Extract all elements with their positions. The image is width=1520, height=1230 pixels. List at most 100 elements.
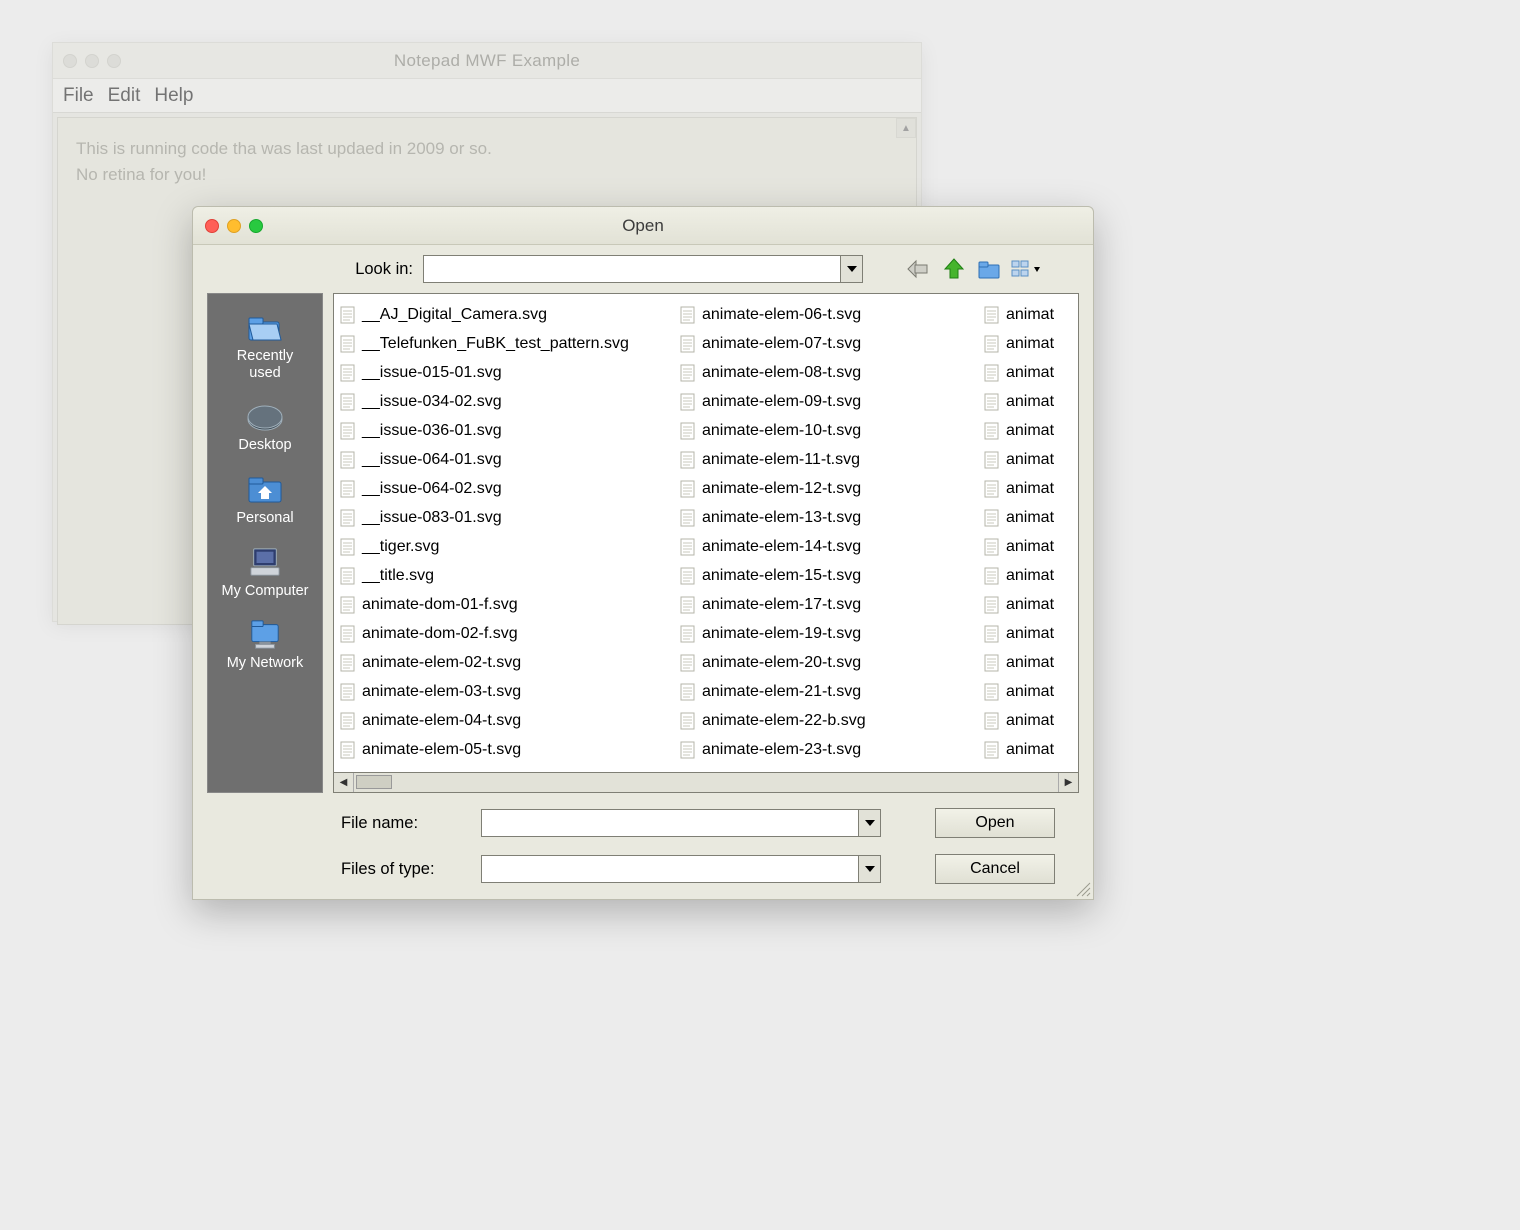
scrollbar-thumb[interactable]	[356, 775, 392, 789]
chevron-down-icon[interactable]	[840, 256, 862, 282]
file-item[interactable]: animat	[978, 358, 1078, 387]
file-item[interactable]: animat	[978, 532, 1078, 561]
file-name: animate-elem-09-t.svg	[702, 393, 861, 411]
file-item[interactable]: animate-elem-17-t.svg	[674, 590, 964, 619]
file-icon	[680, 451, 696, 469]
file-item[interactable]: __issue-083-01.svg	[334, 503, 660, 532]
file-name: animate-elem-17-t.svg	[702, 596, 861, 614]
file-item[interactable]: animate-elem-12-t.svg	[674, 474, 964, 503]
file-item[interactable]: animat	[978, 387, 1078, 416]
notepad-titlebar: Notepad MWF Example	[53, 43, 921, 79]
file-item[interactable]: __issue-036-01.svg	[334, 416, 660, 445]
file-item[interactable]: animate-elem-06-t.svg	[674, 300, 964, 329]
file-name: animate-elem-12-t.svg	[702, 480, 861, 498]
file-name: animate-elem-22-b.svg	[702, 712, 866, 730]
file-icon	[340, 538, 356, 556]
file-item[interactable]: animate-elem-07-t.svg	[674, 329, 964, 358]
menu-file[interactable]: File	[63, 85, 94, 107]
place-personal[interactable]: Personal	[208, 466, 322, 539]
file-item[interactable]: animate-elem-14-t.svg	[674, 532, 964, 561]
up-icon[interactable]	[939, 255, 969, 283]
place-recently-used[interactable]: Recently used	[208, 304, 322, 393]
file-icon	[680, 306, 696, 324]
file-icon	[340, 741, 356, 759]
file-item[interactable]: __issue-064-01.svg	[334, 445, 660, 474]
file-item[interactable]: animate-elem-03-t.svg	[334, 677, 660, 706]
file-item[interactable]: __issue-064-02.svg	[334, 474, 660, 503]
file-item[interactable]: animate-elem-10-t.svg	[674, 416, 964, 445]
scroll-left-icon[interactable]: ◀	[334, 773, 354, 792]
open-button[interactable]: Open	[935, 808, 1055, 838]
open-dialog-toolbar: Look in:	[193, 245, 1093, 293]
file-item[interactable]: animat	[978, 416, 1078, 445]
file-item[interactable]: animat	[978, 619, 1078, 648]
place-my-network[interactable]: My Network	[208, 611, 322, 684]
file-item[interactable]: animat	[978, 445, 1078, 474]
file-icon	[340, 306, 356, 324]
horizontal-scrollbar[interactable]: ◀ ▶	[333, 773, 1079, 793]
file-name: animate-elem-03-t.svg	[362, 683, 521, 701]
file-item[interactable]: animate-elem-21-t.svg	[674, 677, 964, 706]
place-label: My Computer	[221, 583, 308, 600]
place-label: Personal	[236, 510, 293, 527]
file-icon	[680, 538, 696, 556]
file-icon	[984, 741, 1000, 759]
cancel-button[interactable]: Cancel	[935, 854, 1055, 884]
file-item[interactable]: animate-elem-08-t.svg	[674, 358, 964, 387]
scroll-right-icon[interactable]: ▶	[1058, 773, 1078, 792]
scroll-up-icon[interactable]: ▲	[896, 118, 916, 138]
file-item[interactable]: animat	[978, 503, 1078, 532]
chevron-down-icon[interactable]	[858, 856, 880, 882]
file-item[interactable]: animat	[978, 300, 1078, 329]
file-item[interactable]: animat	[978, 474, 1078, 503]
file-item[interactable]: __issue-034-02.svg	[334, 387, 660, 416]
file-item[interactable]: animate-elem-13-t.svg	[674, 503, 964, 532]
place-label: Recently used	[237, 348, 293, 381]
menu-edit[interactable]: Edit	[108, 85, 141, 107]
file-item[interactable]: __tiger.svg	[334, 532, 660, 561]
file-item[interactable]: __issue-015-01.svg	[334, 358, 660, 387]
file-item[interactable]: animat	[978, 735, 1078, 764]
file-item[interactable]: animat	[978, 677, 1078, 706]
new-folder-icon[interactable]	[975, 255, 1005, 283]
file-item[interactable]: __Telefunken_FuBK_test_pattern.svg	[334, 329, 660, 358]
file-item[interactable]: animate-elem-22-b.svg	[674, 706, 964, 735]
file-item[interactable]: animate-elem-15-t.svg	[674, 561, 964, 590]
chevron-down-icon[interactable]	[858, 810, 880, 836]
back-icon[interactable]	[903, 255, 933, 283]
file-item[interactable]: animat	[978, 561, 1078, 590]
file-item[interactable]: __AJ_Digital_Camera.svg	[334, 300, 660, 329]
file-list[interactable]: __AJ_Digital_Camera.svg __Telefunken_FuBK…	[333, 293, 1079, 773]
file-item[interactable]: animate-elem-20-t.svg	[674, 648, 964, 677]
file-item[interactable]: __title.svg	[334, 561, 660, 590]
file-item[interactable]: animate-dom-01-f.svg	[334, 590, 660, 619]
file-item[interactable]: animate-elem-02-t.svg	[334, 648, 660, 677]
look-in-combo[interactable]	[423, 255, 863, 283]
file-item[interactable]: animat	[978, 648, 1078, 677]
file-name-input[interactable]	[481, 809, 881, 837]
file-icon	[340, 480, 356, 498]
file-name: animat	[1006, 451, 1054, 469]
file-item[interactable]: animate-elem-05-t.svg	[334, 735, 660, 764]
place-my-computer[interactable]: My Computer	[208, 539, 322, 612]
place-desktop[interactable]: Desktop	[208, 393, 322, 466]
file-item[interactable]: animate-dom-02-f.svg	[334, 619, 660, 648]
file-type-select[interactable]	[481, 855, 881, 883]
file-item[interactable]: animate-elem-04-t.svg	[334, 706, 660, 735]
file-item[interactable]: animate-elem-11-t.svg	[674, 445, 964, 474]
file-icon	[984, 306, 1000, 324]
open-dialog-title: Open	[193, 216, 1093, 236]
file-item[interactable]: animat	[978, 590, 1078, 619]
resize-grip-icon[interactable]	[1073, 879, 1091, 897]
file-item[interactable]: animate-elem-09-t.svg	[674, 387, 964, 416]
file-icon	[340, 364, 356, 382]
file-item[interactable]: animate-elem-23-t.svg	[674, 735, 964, 764]
file-item[interactable]: animat	[978, 706, 1078, 735]
file-item[interactable]: animat	[978, 329, 1078, 358]
file-item[interactable]: animate-elem-19-t.svg	[674, 619, 964, 648]
editor-line: No retina for you!	[76, 162, 898, 188]
menu-help[interactable]: Help	[154, 85, 193, 107]
view-menu-icon[interactable]	[1011, 255, 1041, 283]
file-name-label: File name:	[341, 814, 461, 833]
file-name: __Telefunken_FuBK_test_pattern.svg	[362, 335, 629, 353]
